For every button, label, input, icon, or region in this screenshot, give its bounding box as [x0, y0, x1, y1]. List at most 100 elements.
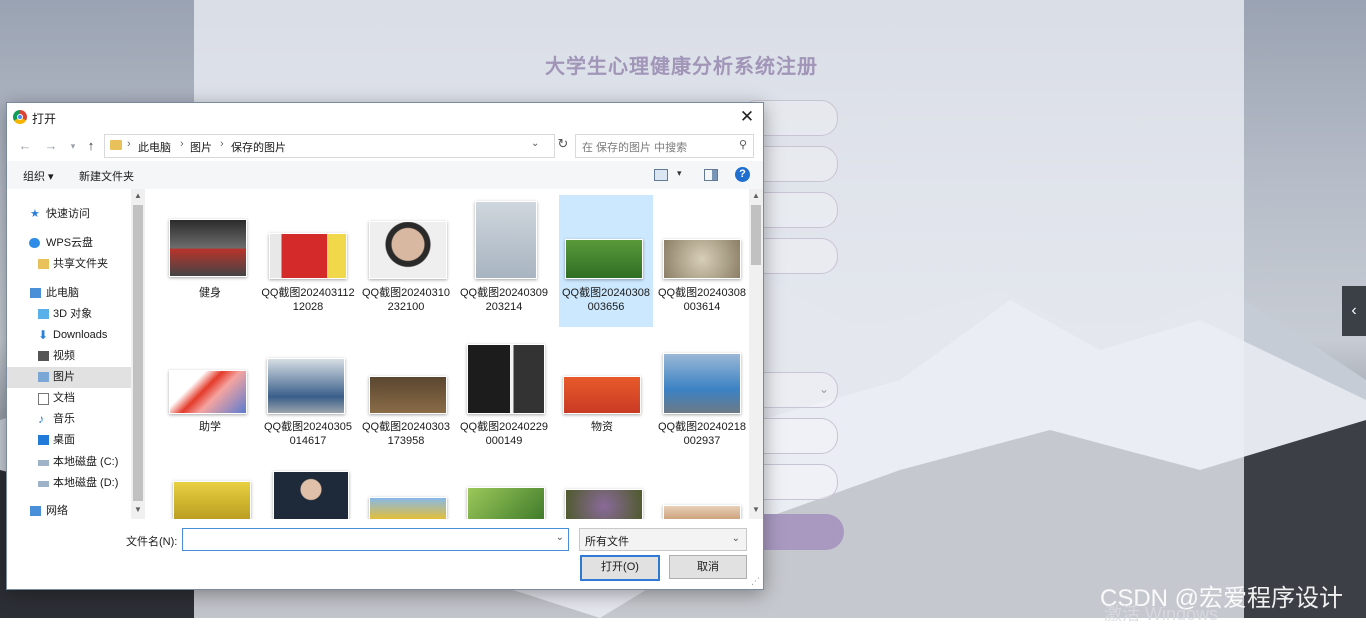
breadcrumb-separator-icon: › — [180, 138, 184, 150]
file-item[interactable] — [359, 467, 453, 519]
file-name: QQ截图20240308003656 — [561, 287, 651, 313]
nav-item-music[interactable]: ♪ 音乐 — [7, 409, 131, 430]
help-icon[interactable]: ? — [735, 167, 750, 182]
filename-input[interactable]: ⌄ — [182, 528, 569, 551]
nav-item-pictures[interactable]: 图片 — [7, 367, 131, 388]
resize-grip-icon[interactable]: ⋰ — [751, 576, 760, 587]
file-thumbnail — [663, 353, 741, 414]
address-dropdown-icon[interactable]: ⌄ — [531, 138, 539, 149]
file-thumbnail — [269, 233, 347, 279]
desktop-icon — [38, 435, 49, 445]
file-thumbnail — [563, 376, 641, 414]
file-list-scrollbar-thumb[interactable] — [751, 205, 761, 265]
file-name: 物资 — [591, 421, 613, 433]
forward-arrow-icon[interactable]: → — [41, 136, 61, 156]
refresh-icon[interactable]: ↻ — [552, 136, 574, 156]
scroll-up-icon[interactable]: ▲ — [134, 191, 142, 200]
nav-scrollbar[interactable]: ▲ ▼ — [131, 189, 145, 519]
open-button[interactable]: 打开(O) — [580, 555, 660, 581]
nav-item-network[interactable]: 网络 — [7, 501, 131, 519]
scroll-down-icon[interactable]: ▼ — [752, 505, 760, 514]
video-icon — [38, 351, 49, 361]
nav-item-drive-c[interactable]: 本地磁盘 (C:) — [7, 452, 131, 473]
nav-item-quick-access[interactable]: ★ 快速访问 — [7, 204, 131, 225]
file-item[interactable]: QQ截图20240311212028 — [261, 195, 355, 327]
scroll-down-icon[interactable]: ▼ — [134, 505, 142, 514]
preview-pane-icon[interactable] — [704, 169, 718, 181]
file-item[interactable]: QQ截图20240309203214 — [457, 195, 551, 327]
nav-item-documents[interactable]: 文档 — [7, 388, 131, 409]
nav-scrollbar-thumb[interactable] — [133, 205, 143, 501]
file-thumbnail — [475, 201, 537, 279]
file-thumbnail — [369, 376, 447, 414]
nav-item-wps-cloud[interactable]: WPS云盘 — [7, 233, 131, 254]
document-icon — [38, 393, 49, 405]
breadcrumb-saved-pictures[interactable]: 保存的图片 — [231, 139, 286, 155]
nav-item-videos[interactable]: 视频 — [7, 346, 131, 367]
up-arrow-icon[interactable]: ↑ — [81, 136, 101, 156]
scroll-up-icon[interactable]: ▲ — [752, 191, 760, 200]
cancel-button[interactable]: 取消 — [669, 555, 747, 579]
view-dropdown-icon[interactable]: ▾ — [677, 168, 682, 179]
folder-icon — [110, 140, 122, 150]
search-input[interactable]: 在 保存的图片 中搜索 ⚲ — [575, 134, 754, 158]
close-button[interactable]: ✕ — [735, 106, 759, 128]
file-item[interactable] — [655, 467, 747, 519]
nav-item-downloads[interactable]: ⬇ Downloads — [7, 325, 131, 346]
drive-icon — [38, 460, 49, 466]
file-thumbnail — [173, 481, 251, 519]
address-bar[interactable]: › 此电脑 › 图片 › 保存的图片 ⌄ — [104, 134, 555, 158]
breadcrumb-this-pc[interactable]: 此电脑 — [138, 139, 171, 155]
file-item[interactable]: QQ截图20240303173958 — [359, 331, 453, 463]
file-item[interactable]: QQ截图20240310232100 — [359, 195, 453, 327]
star-icon: ★ — [30, 208, 40, 220]
file-item[interactable]: QQ截图20240218002937 — [655, 331, 747, 463]
file-item[interactable] — [163, 467, 257, 519]
file-list-scrollbar[interactable]: ▲ ▼ — [749, 189, 763, 519]
new-folder-button[interactable]: 新建文件夹 — [79, 168, 134, 184]
file-name: QQ截图20240311212028 — [261, 287, 355, 313]
file-name: QQ截图20240218002937 — [657, 421, 747, 447]
file-thumbnail — [467, 487, 545, 519]
file-item[interactable]: 健身 — [163, 195, 257, 327]
nav-item-drive-d[interactable]: 本地磁盘 (D:) — [7, 473, 131, 494]
nav-item-this-pc[interactable]: 此电脑 — [7, 283, 131, 304]
file-name: QQ截图20240308003614 — [657, 287, 747, 313]
file-thumbnail — [565, 239, 643, 279]
network-icon — [30, 506, 41, 516]
file-item[interactable]: QQ截图20240229000149 — [457, 331, 551, 463]
file-item[interactable]: QQ截图20240308003614 — [655, 195, 747, 327]
file-thumbnail — [565, 489, 643, 519]
file-name: QQ截图20240229000149 — [459, 421, 549, 447]
file-thumbnail — [663, 505, 741, 519]
navigation-bar: ← → ▾ ↑ › 此电脑 › 图片 › 保存的图片 ⌄ ↻ 在 保存的图片 中… — [7, 133, 763, 159]
file-thumbnail — [369, 221, 447, 279]
organize-menu[interactable]: 组织 ▾ — [23, 168, 54, 184]
nav-item-desktop[interactable]: 桌面 — [7, 430, 131, 451]
navigation-pane: ★ 快速访问 WPS云盘 共享文件夹 此电脑 3D 对象 ⬇ Downloads… — [7, 189, 131, 519]
file-item[interactable]: 物资 — [555, 331, 649, 463]
chevron-left-icon[interactable]: ‹ — [1342, 286, 1366, 336]
nav-item-3d-objects[interactable]: 3D 对象 — [7, 304, 131, 325]
folder-icon — [38, 259, 49, 269]
music-icon: ♪ — [38, 412, 44, 426]
file-item[interactable]: QQ截图20240305014617 — [261, 331, 355, 463]
file-item[interactable] — [555, 467, 649, 519]
chrome-icon — [13, 110, 27, 124]
view-mode-icon[interactable] — [654, 169, 668, 181]
file-list: 健身 QQ截图20240311212028 QQ截图20240310232100… — [149, 191, 747, 519]
back-arrow-icon[interactable]: ← — [15, 136, 35, 156]
file-item-selected[interactable]: QQ截图20240308003656 — [559, 195, 653, 327]
file-item[interactable]: 助学 — [163, 331, 257, 463]
recent-dropdown-icon[interactable]: ▾ — [63, 136, 83, 156]
file-item[interactable] — [457, 467, 551, 519]
chevron-down-icon[interactable]: ⌄ — [556, 532, 564, 543]
file-thumbnail — [169, 370, 247, 414]
filetype-select[interactable]: 所有文件 ⌄ — [579, 528, 747, 551]
download-icon: ⬇ — [38, 328, 49, 342]
file-item[interactable] — [261, 467, 355, 519]
breadcrumb-pictures[interactable]: 图片 — [190, 139, 212, 155]
file-name: QQ截图20240305014617 — [263, 421, 353, 447]
activate-windows-text: 激活 Windows — [1104, 604, 1219, 624]
nav-item-shared-folder[interactable]: 共享文件夹 — [7, 254, 131, 275]
